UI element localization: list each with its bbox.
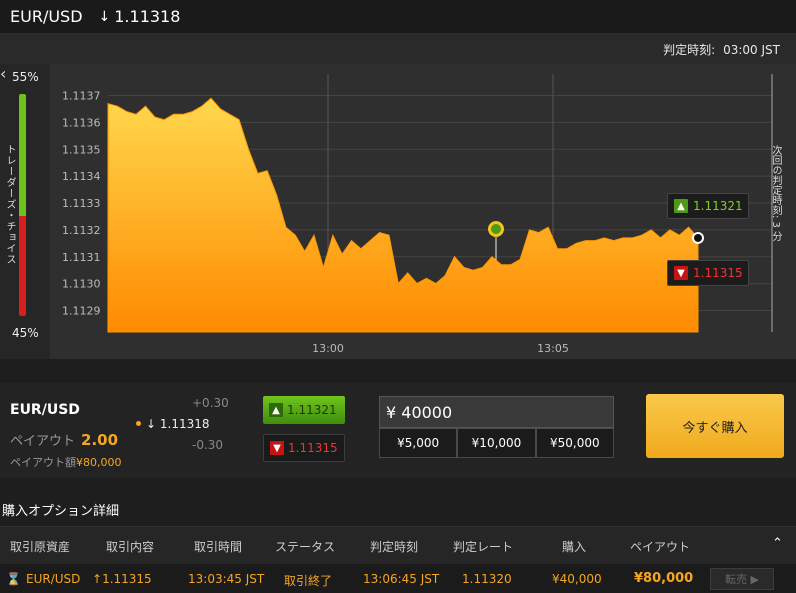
row-payout: ¥80,000 [634, 571, 694, 586]
expiry-info: 判定時刻: 03:00 JST [655, 41, 780, 58]
col-purchase: 購入 [562, 540, 587, 554]
asset-pair: EUR/USD [10, 7, 83, 26]
y-tick-label: 1.1129 [62, 305, 101, 318]
plus-range: +0.30 [192, 396, 229, 410]
sell-percentage: 45% [12, 326, 39, 340]
y-tick-label: 1.1132 [62, 224, 101, 237]
y-tick-label: 1.1134 [62, 170, 101, 183]
section-title: 購入オプション詳細 [2, 503, 120, 519]
sentiment-bar [19, 94, 26, 316]
current-rate: ↓ 1.11318 [146, 417, 210, 431]
preset-50000-button[interactable]: ¥50,000 [535, 428, 614, 458]
next-expiry-label: 次回の判定時刻: 3 分 [770, 145, 781, 242]
high-rate-value: 1.11321 [693, 199, 743, 213]
up-arrow-icon: ▲ [674, 199, 688, 213]
low-button[interactable]: ▼ 1.11315 [263, 434, 345, 462]
col-time: 取引時間 [194, 540, 243, 554]
traders-choice-label: トレーダーズ・チョイス [4, 144, 15, 265]
down-arrow-icon: ▼ [270, 441, 284, 455]
double-chevron-up-icon[interactable]: ⌃ [772, 536, 783, 551]
amount-presets: ¥5,000 ¥10,000 ¥50,000 [379, 428, 614, 458]
row-type: ↑1.11315 [92, 572, 152, 586]
details-table-header: 取引原資産 取引内容 取引時間 ステータス 判定時刻 判定レート 購入 ペイアウ… [0, 526, 796, 564]
current-price: 1.11318 [114, 7, 181, 26]
y-axis: 1.1137 1.1136 1.1135 1.1134 1.1133 1.1132 1.11… [62, 90, 101, 318]
y-tick-label: 1.1137 [62, 90, 101, 103]
row-time: 13:03:45 JST [188, 572, 265, 586]
current-price-dot [692, 231, 704, 244]
expiry-time: 03:00 JST [723, 43, 780, 57]
y-tick-label: 1.1133 [62, 197, 101, 210]
trade-pair: EUR/USD [10, 402, 80, 418]
col-status: ステータス [275, 540, 336, 554]
x-tick-label: 13:05 [537, 342, 569, 355]
entry-marker-icon [488, 221, 504, 260]
expiry-bar: 判定時刻: 03:00 JST [0, 34, 796, 64]
buy-percentage: 55% [12, 70, 39, 84]
y-tick-label: 1.1130 [62, 278, 101, 291]
x-axis: 13:00 13:05 [312, 342, 569, 355]
price-area [107, 97, 699, 333]
col-type: 取引内容 [106, 540, 155, 554]
resell-button[interactable]: 転売 ▶ [710, 568, 774, 590]
row-expiry: 13:06:45 JST [363, 572, 440, 586]
buy-now-button[interactable]: 今すぐ購入 [646, 394, 784, 458]
down-arrow-icon: ↓ [98, 8, 111, 25]
row-status: 取引終了 [284, 574, 333, 588]
payout-amount-value: ¥80,000 [76, 456, 122, 469]
trading-app: EUR/USD ↓ 1.11318 判定時刻: 03:00 JST 55% トレー… [0, 0, 796, 593]
high-rate-tag[interactable]: ▲ 1.11321 [667, 193, 749, 219]
preset-5000-button[interactable]: ¥5,000 [379, 428, 458, 458]
high-button[interactable]: ▲ 1.11321 [263, 396, 345, 424]
table-row: ⌛ EUR/USD ↑1.11315 13:03:45 JST 取引終了 13:… [0, 564, 796, 593]
low-rate-tag[interactable]: ▼ 1.11315 [667, 260, 749, 286]
expiry-label: 判定時刻: [663, 43, 716, 57]
chevron-left-icon[interactable]: ‹ [0, 64, 6, 83]
y-tick-label: 1.1136 [62, 116, 101, 129]
current-rate-dot [136, 421, 141, 426]
payout-ratio: ペイアウト 2.00 [10, 431, 119, 449]
col-expiry: 判定時刻 [370, 540, 419, 554]
amount-input[interactable]: ¥ 40000 [379, 396, 614, 428]
col-asset: 取引原資産 [10, 540, 71, 554]
row-asset: EUR/USD [26, 572, 81, 586]
col-payout: ペイアウト [630, 540, 691, 554]
down-arrow-icon: ▼ [674, 266, 688, 280]
preset-10000-button[interactable]: ¥10,000 [457, 428, 536, 458]
row-purchase: ¥40,000 [552, 572, 602, 586]
y-tick-label: 1.1135 [62, 143, 101, 156]
x-tick-label: 13:00 [312, 342, 344, 355]
low-rate-value: 1.11315 [693, 266, 743, 280]
up-arrow-icon: ▲ [269, 403, 283, 417]
asset-header: EUR/USD ↓ 1.11318 [0, 0, 796, 34]
col-rate: 判定レート [453, 540, 514, 554]
row-rate: 1.11320 [462, 572, 512, 586]
payout-value: 2.00 [81, 431, 119, 449]
minus-range: -0.30 [192, 438, 224, 452]
traders-choice-panel: 55% トレーダーズ・チョイス 45% [0, 64, 50, 359]
trade-panel: EUR/USD ペイアウト 2.00 ペイアウト額¥80,000 +0.30 ↓ … [0, 383, 796, 478]
hourglass-icon: ⌛ [6, 572, 21, 586]
y-tick-label: 1.1131 [62, 251, 101, 264]
payout-amount: ペイアウト額¥80,000 [10, 456, 122, 469]
